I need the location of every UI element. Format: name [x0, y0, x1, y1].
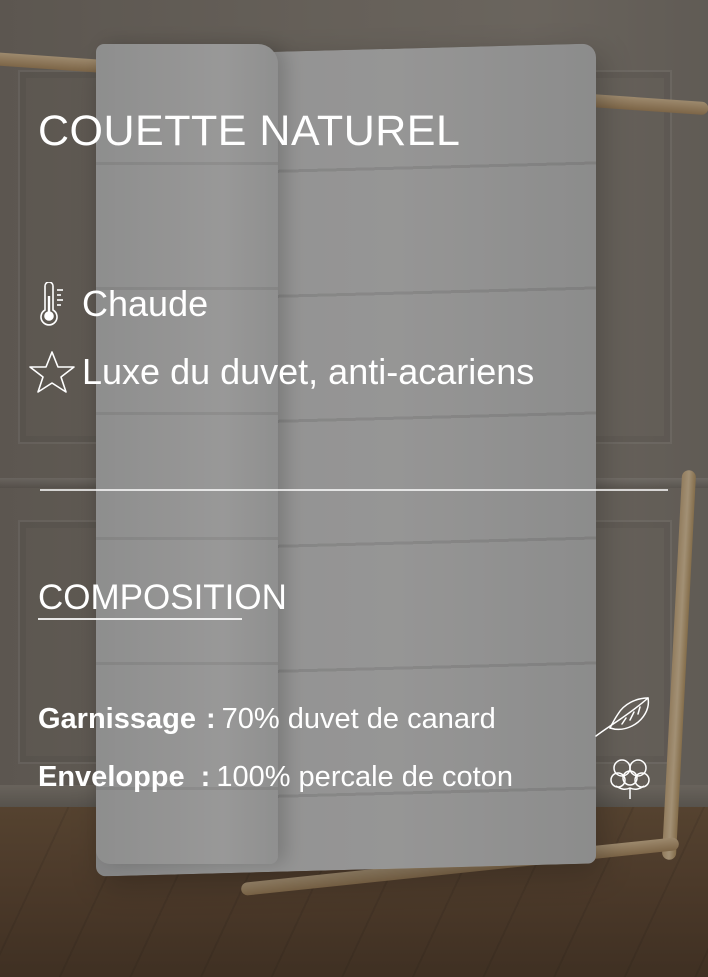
- composition-label: Garnissage: [38, 703, 196, 735]
- feature-label: Chaude: [82, 283, 209, 324]
- composition-underline: [38, 618, 242, 620]
- star-icon: [28, 350, 76, 394]
- composition-row-filling: Garnissage : 70% duvet de canard: [38, 705, 496, 734]
- composition-separator: :: [200, 761, 211, 793]
- section-divider: [40, 489, 668, 491]
- feather-icon: [592, 694, 654, 745]
- composition-value: 100% percale de coton: [216, 761, 513, 793]
- feature-label: Luxe du duvet, anti-acariens: [82, 351, 535, 392]
- composition-row-cover: Enveloppe : 100% percale de coton: [38, 763, 513, 792]
- thermometer-icon: [28, 282, 76, 326]
- product-title: COUETTE NATUREL: [38, 107, 461, 155]
- cotton-flower-icon: [606, 756, 654, 805]
- feature-luxury: Luxe du duvet, anti-acariens: [28, 350, 534, 394]
- composition-separator: :: [205, 703, 216, 735]
- composition-value: 70% duvet de canard: [221, 703, 496, 735]
- composition-label: Enveloppe: [38, 761, 185, 793]
- feature-warmth: Chaude: [28, 282, 208, 326]
- composition-heading: COMPOSITION: [38, 578, 287, 617]
